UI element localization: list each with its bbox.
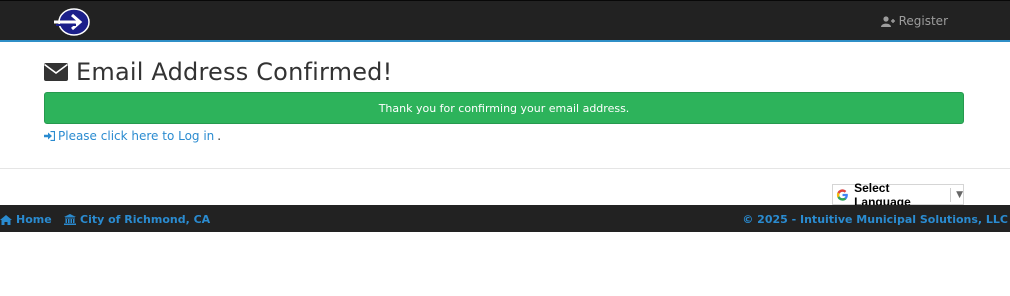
footer-home-label: Home [16,213,52,226]
envelope-icon [44,63,68,81]
footer-city-label: City of Richmond, CA [80,213,211,226]
top-navbar: Register [0,0,1010,42]
language-selector[interactable]: Select Language ▼ [832,181,964,209]
circle-arrow-logo[interactable] [52,6,92,38]
footer: Home City of Richmond, CA © 2025 - Intui… [0,205,1010,232]
footer-home-link[interactable]: Home [0,213,52,226]
content-divider [0,168,1010,169]
dropdown-arrow-icon: ▼ [956,189,963,200]
user-plus-icon [880,15,895,27]
google-g-icon [836,188,848,201]
sign-in-icon [44,131,55,141]
home-icon [0,214,12,225]
login-suffix: . [217,129,222,143]
alert-message: Thank you for confirming your email addr… [378,101,630,115]
footer-copyright[interactable]: © 2025 - Intuitive Municipal Solutions, … [742,213,1008,226]
login-prompt: Please click here to Log in . [44,129,221,143]
login-link[interactable]: Please click here to Log in [58,129,214,143]
institution-icon [64,214,76,225]
language-separator [950,187,952,202]
register-link[interactable]: Register [880,14,948,28]
register-label: Register [898,14,948,28]
success-alert: Thank you for confirming your email addr… [44,92,964,124]
page-title: Email Address Confirmed! [76,58,393,86]
page-title-row: Email Address Confirmed! [44,58,392,86]
footer-city-link[interactable]: City of Richmond, CA [64,213,210,226]
